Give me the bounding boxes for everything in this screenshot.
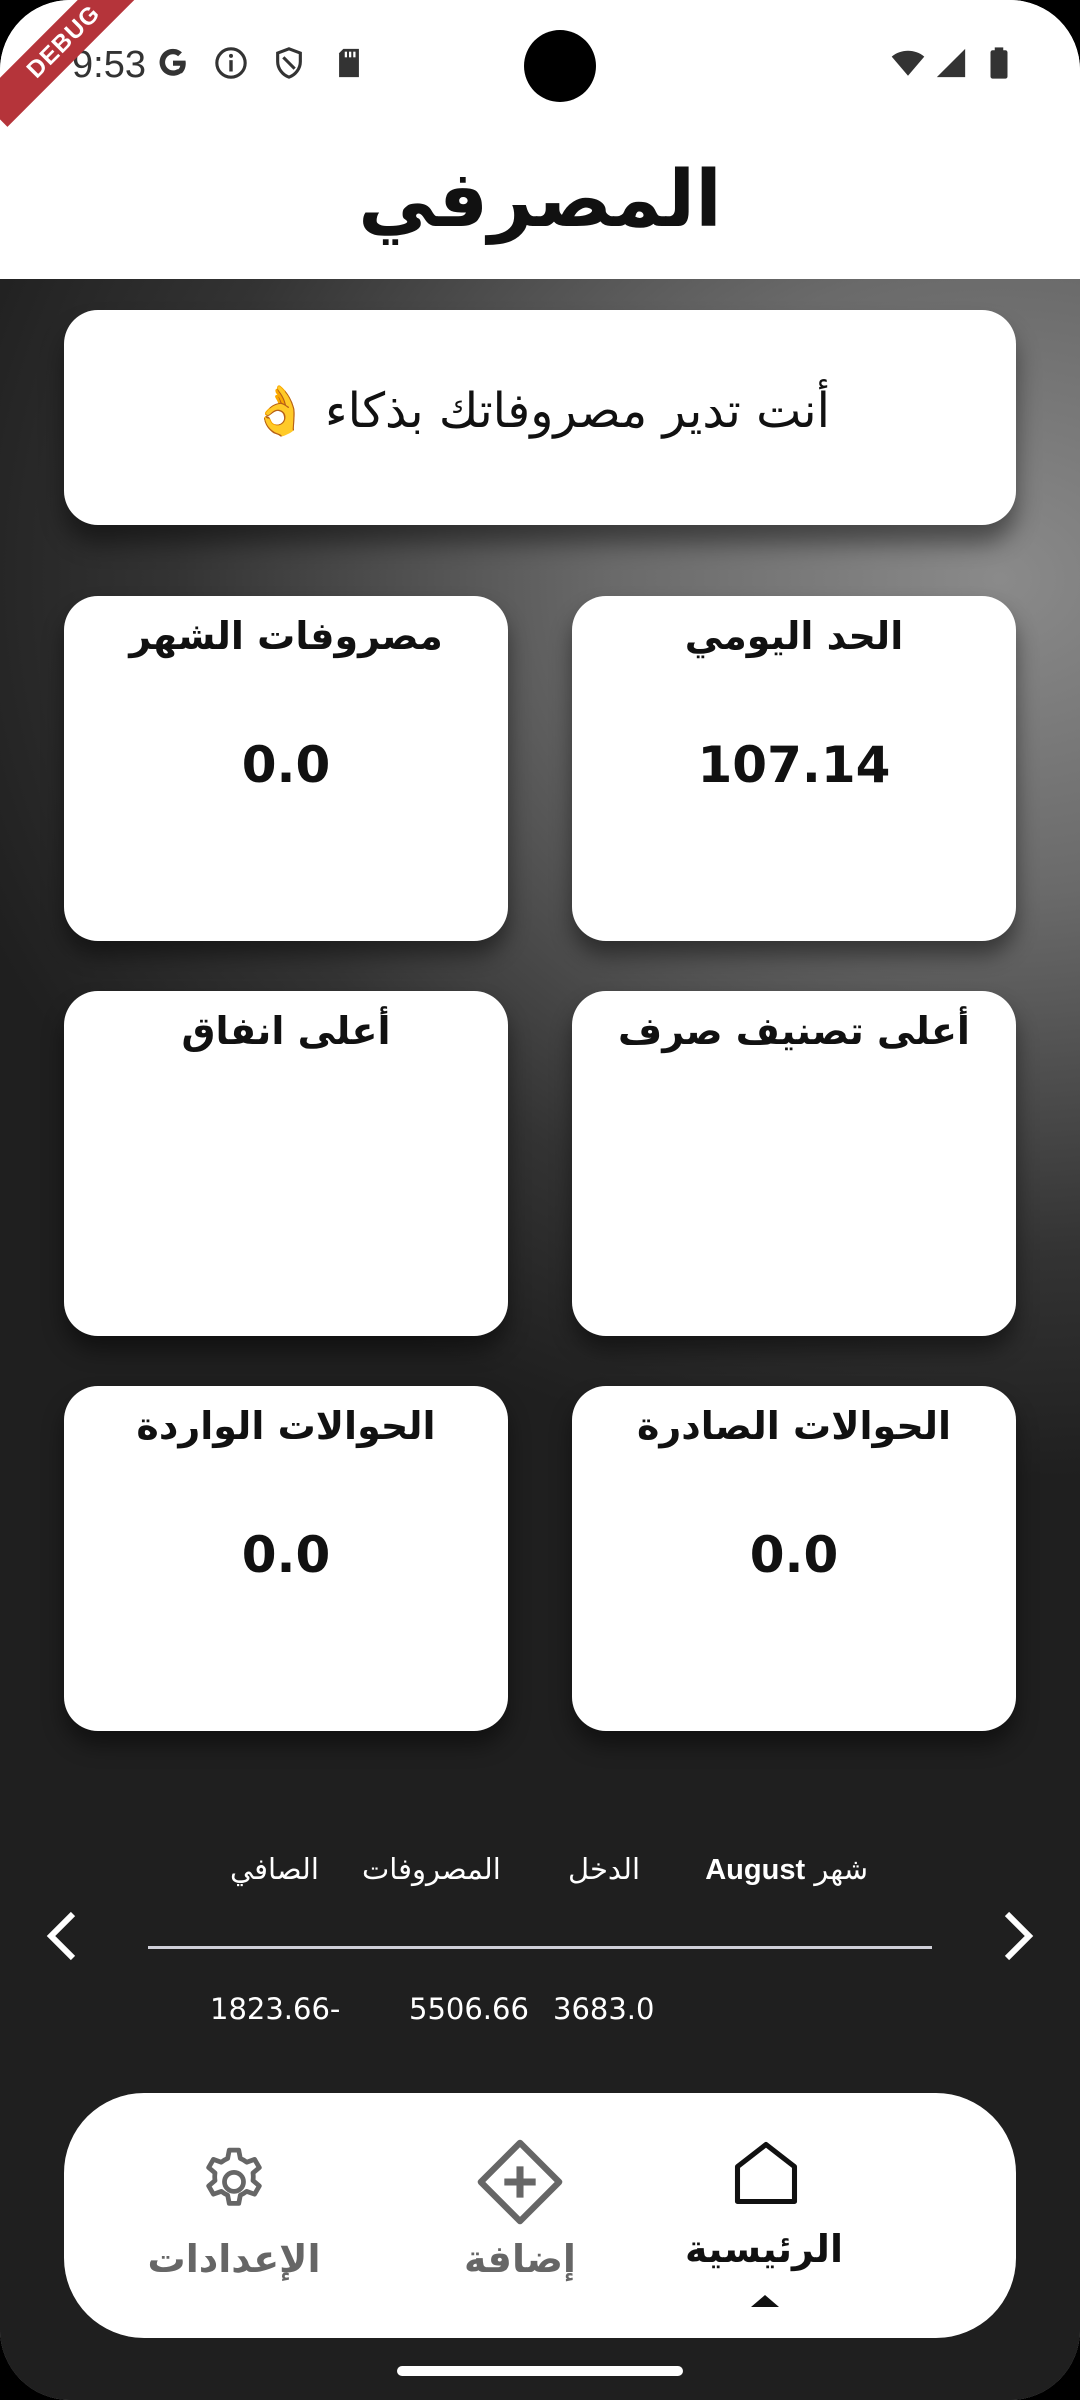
sd-card-icon [339,48,359,78]
card-title: الحد اليومي [684,614,904,658]
app-bar: المصرفي [0,135,1080,279]
income-value: 3683.0 [553,1992,655,2026]
nav-settings-label: الإعدادات [147,2237,321,2281]
info-icon [215,47,247,79]
screen: 9:53 DEBUG المصرفي أنت تدير مصروفاتك بذك… [0,0,1080,2400]
summary-divider [148,1946,932,1949]
card-title: الحوالات الواردة [136,1404,436,1448]
status-bar: 9:53 DEBUG [0,0,1080,135]
motivation-banner: أنت تدير مصروفاتك بذكاء 👌 [64,310,1016,525]
card-value: 0.0 [241,1526,331,1584]
card-incoming-transfers[interactable]: الحوالات الواردة 0.0 [64,1386,508,1731]
month-prefix: شهر [814,1852,868,1886]
card-top-category[interactable]: أعلى تصنيف صرف [572,991,1016,1336]
summary-month: شهر August [705,1852,868,1887]
month-name: August [705,1854,806,1886]
income-label: الدخل [568,1852,641,1886]
card-title: الحوالات الصادرة [636,1404,952,1448]
nav-add[interactable]: إضافة [420,2093,620,2338]
nav-add-label: إضافة [464,2237,576,2281]
wifi-icon [891,50,925,76]
nav-settings[interactable]: الإعدادات [134,2093,334,2338]
card-value: 0.0 [749,1526,839,1584]
page-title: المصرفي [358,155,722,245]
card-title: مصروفات الشهر [129,614,443,658]
battery-icon [990,47,1008,79]
card-value: 0.0 [241,736,331,794]
chevron-right-icon[interactable] [992,1908,1042,1964]
bottom-nav: الرئيسية إضافة الإعدادات [64,2093,1016,2338]
shield-icon [276,47,302,79]
expenses-value: 5506.66 [409,1992,529,2026]
active-indicator-icon [751,2295,779,2307]
google-icon [159,48,186,76]
add-icon [477,2139,563,2225]
net-label: الصافي [230,1852,319,1886]
card-outgoing-transfers[interactable]: الحوالات الصادرة 0.0 [572,1386,1016,1731]
nav-home[interactable]: الرئيسية [664,2093,864,2338]
signal-icon [936,48,966,78]
card-top-spending[interactable]: أعلى انفاق [64,991,508,1336]
home-icon [734,2141,798,2205]
gear-icon [206,2147,262,2206]
card-title: أعلى انفاق [181,1009,391,1053]
nav-home-label: الرئيسية [685,2227,843,2271]
net-value: 1823.66- [210,1992,341,2026]
chevron-left-icon[interactable] [38,1908,88,1964]
gesture-home-bar[interactable] [397,2366,683,2376]
card-value: 107.14 [697,736,891,794]
banner-text: أنت تدير مصروفاتك بذكاء 👌 [249,383,830,439]
card-title: أعلى تصنيف صرف [618,1009,970,1053]
expenses-label: المصروفات [362,1852,501,1886]
card-daily-limit[interactable]: الحد اليومي 107.14 [572,596,1016,941]
card-month-expenses[interactable]: مصروفات الشهر 0.0 [64,596,508,941]
camera-cutout [504,30,616,102]
